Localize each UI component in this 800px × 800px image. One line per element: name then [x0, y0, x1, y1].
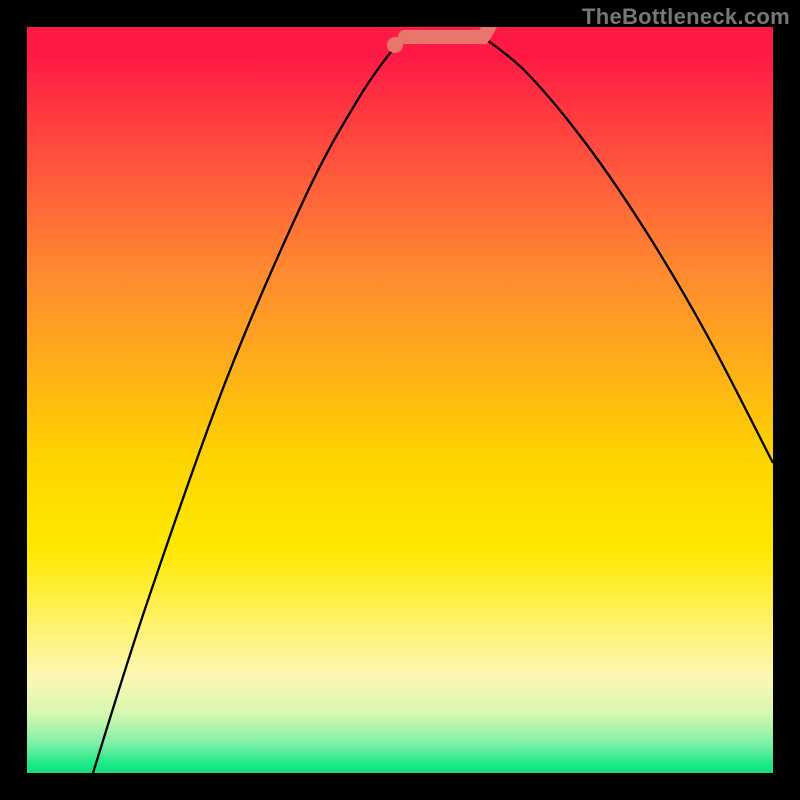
- highlight-bottom-segment: [405, 27, 491, 37]
- curve-right-branch: [483, 37, 773, 463]
- chart-svg: [27, 27, 773, 773]
- chart-plot-area: [27, 27, 773, 773]
- curve-left-branch: [93, 37, 405, 773]
- highlight-dot: [387, 37, 403, 53]
